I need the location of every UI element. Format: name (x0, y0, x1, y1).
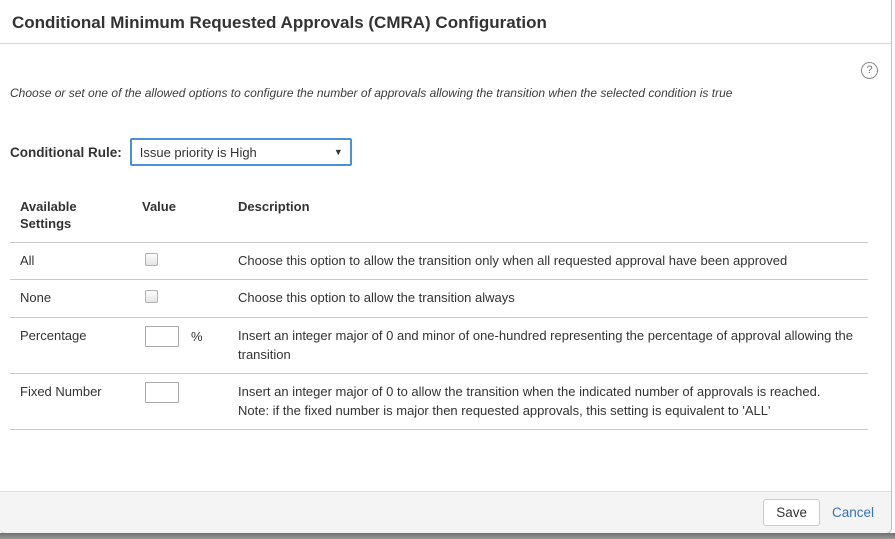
none-checkbox[interactable] (145, 290, 158, 303)
settings-table: Available Settings Value Description All… (10, 190, 868, 430)
header-description: Description (228, 190, 868, 242)
conditional-rule-row: Conditional Rule: Issue priority is High… (10, 138, 891, 166)
setting-label-all: All (10, 242, 135, 280)
fixed-number-description-line: Insert an integer major of 0 to allow th… (238, 382, 858, 402)
fixed-number-note-line: Note: if the fixed number is major then … (238, 401, 858, 421)
header-value: Value (135, 190, 228, 242)
save-button[interactable]: Save (763, 499, 820, 526)
table-row-percentage: Percentage % Insert an integer major of … (10, 317, 868, 373)
all-checkbox[interactable] (145, 253, 158, 266)
dialog-body: Choose or set one of the allowed options… (0, 86, 891, 430)
description-percentage: Insert an integer major of 0 and minor o… (228, 317, 868, 373)
table-header-row: Available Settings Value Description (10, 190, 868, 242)
setting-label-percentage: Percentage (10, 317, 135, 373)
setting-label-none: None (10, 280, 135, 318)
description-none: Choose this option to allow the transiti… (228, 280, 868, 318)
percentage-input[interactable] (145, 326, 179, 347)
header-available-settings: Available Settings (10, 190, 135, 242)
table-row-all: All Choose this option to allow the tran… (10, 242, 868, 280)
fixed-number-input[interactable] (145, 382, 179, 403)
dialog-header: Conditional Minimum Requested Approvals … (0, 0, 891, 44)
conditional-rule-select[interactable]: Issue priority is High (130, 138, 352, 166)
description-all: Choose this option to allow the transiti… (228, 242, 868, 280)
setting-label-fixed-number: Fixed Number (10, 373, 135, 429)
table-row-fixed-number: Fixed Number Insert an integer major of … (10, 373, 868, 429)
cancel-link[interactable]: Cancel (832, 505, 874, 520)
percentage-suffix: % (191, 329, 203, 344)
window-bottom-edge (0, 533, 895, 539)
table-row-none: None Choose this option to allow the tra… (10, 280, 868, 318)
dialog-footer: Save Cancel (0, 491, 891, 533)
cmra-configuration-dialog: Conditional Minimum Requested Approvals … (0, 0, 892, 534)
dialog-title: Conditional Minimum Requested Approvals … (12, 13, 879, 33)
conditional-rule-label: Conditional Rule: (10, 145, 122, 160)
help-icon[interactable]: ? (861, 62, 878, 79)
dialog-description: Choose or set one of the allowed options… (10, 86, 891, 100)
description-fixed-number: Insert an integer major of 0 to allow th… (228, 373, 868, 429)
conditional-rule-select-wrap: Issue priority is High ▼ (130, 138, 352, 166)
